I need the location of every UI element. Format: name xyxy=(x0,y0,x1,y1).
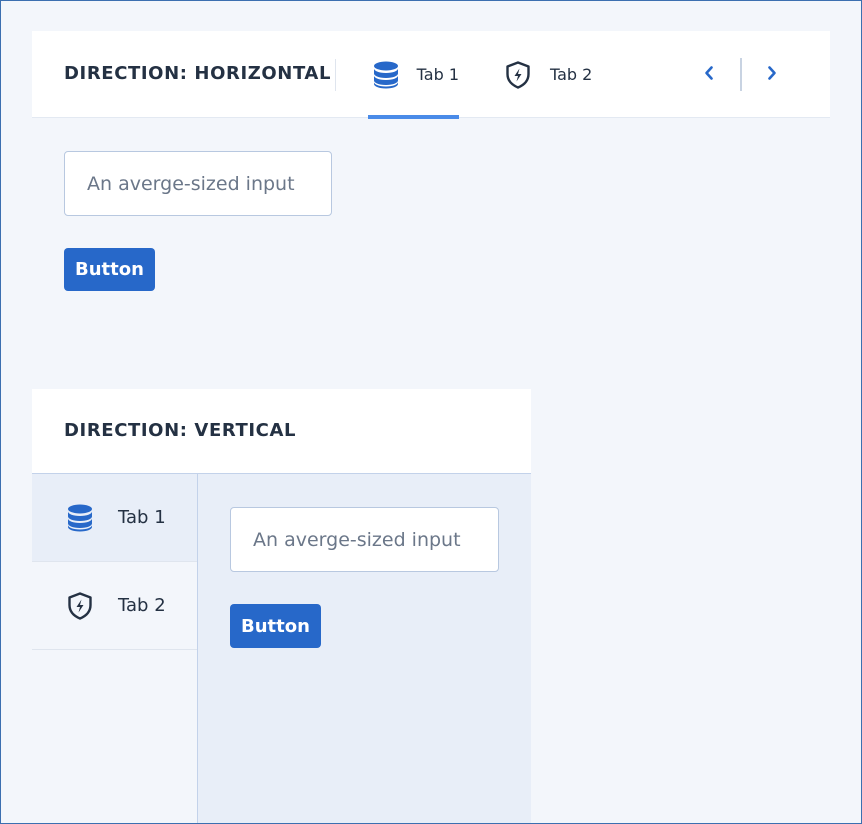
database-icon xyxy=(64,502,96,534)
shield-bolt-icon xyxy=(503,60,533,90)
horizontal-tab-1-label: Tab 1 xyxy=(416,65,459,84)
vertical-tab-1-label: Tab 1 xyxy=(118,507,166,528)
horizontal-tab-1[interactable]: Tab 1 xyxy=(368,31,459,119)
vertical-tab-panel: Button xyxy=(198,474,531,824)
header-divider xyxy=(335,59,336,91)
horizontal-tabs-header: DIRECTION: HORIZONTAL Tab 1 Tab 2 xyxy=(32,31,830,119)
shield-bolt-icon xyxy=(64,590,96,622)
horizontal-text-input[interactable] xyxy=(64,151,332,216)
nav-separator xyxy=(740,58,742,91)
vertical-section-title: DIRECTION: VERTICAL xyxy=(64,420,297,441)
vertical-tab-2-label: Tab 2 xyxy=(118,595,166,616)
vertical-text-input[interactable] xyxy=(230,507,499,572)
vertical-tab-2[interactable]: Tab 2 xyxy=(32,562,197,650)
horizontal-section-title: DIRECTION: HORIZONTAL xyxy=(64,63,332,84)
horizontal-tab-2-label: Tab 2 xyxy=(550,65,593,84)
vertical-tab-list: Tab 1 Tab 2 xyxy=(32,474,198,824)
chevron-left-icon xyxy=(703,65,715,85)
vertical-tabs-header: DIRECTION: VERTICAL xyxy=(32,389,531,474)
scroll-prev-button[interactable] xyxy=(693,59,725,91)
horizontal-primary-button[interactable]: Button xyxy=(64,248,155,291)
vertical-primary-button[interactable]: Button xyxy=(230,604,321,648)
horizontal-tab-2[interactable]: Tab 2 xyxy=(502,31,602,118)
database-icon xyxy=(371,60,401,90)
vertical-tab-1[interactable]: Tab 1 xyxy=(32,474,197,562)
scroll-next-button[interactable] xyxy=(756,59,788,91)
chevron-right-icon xyxy=(766,65,778,85)
